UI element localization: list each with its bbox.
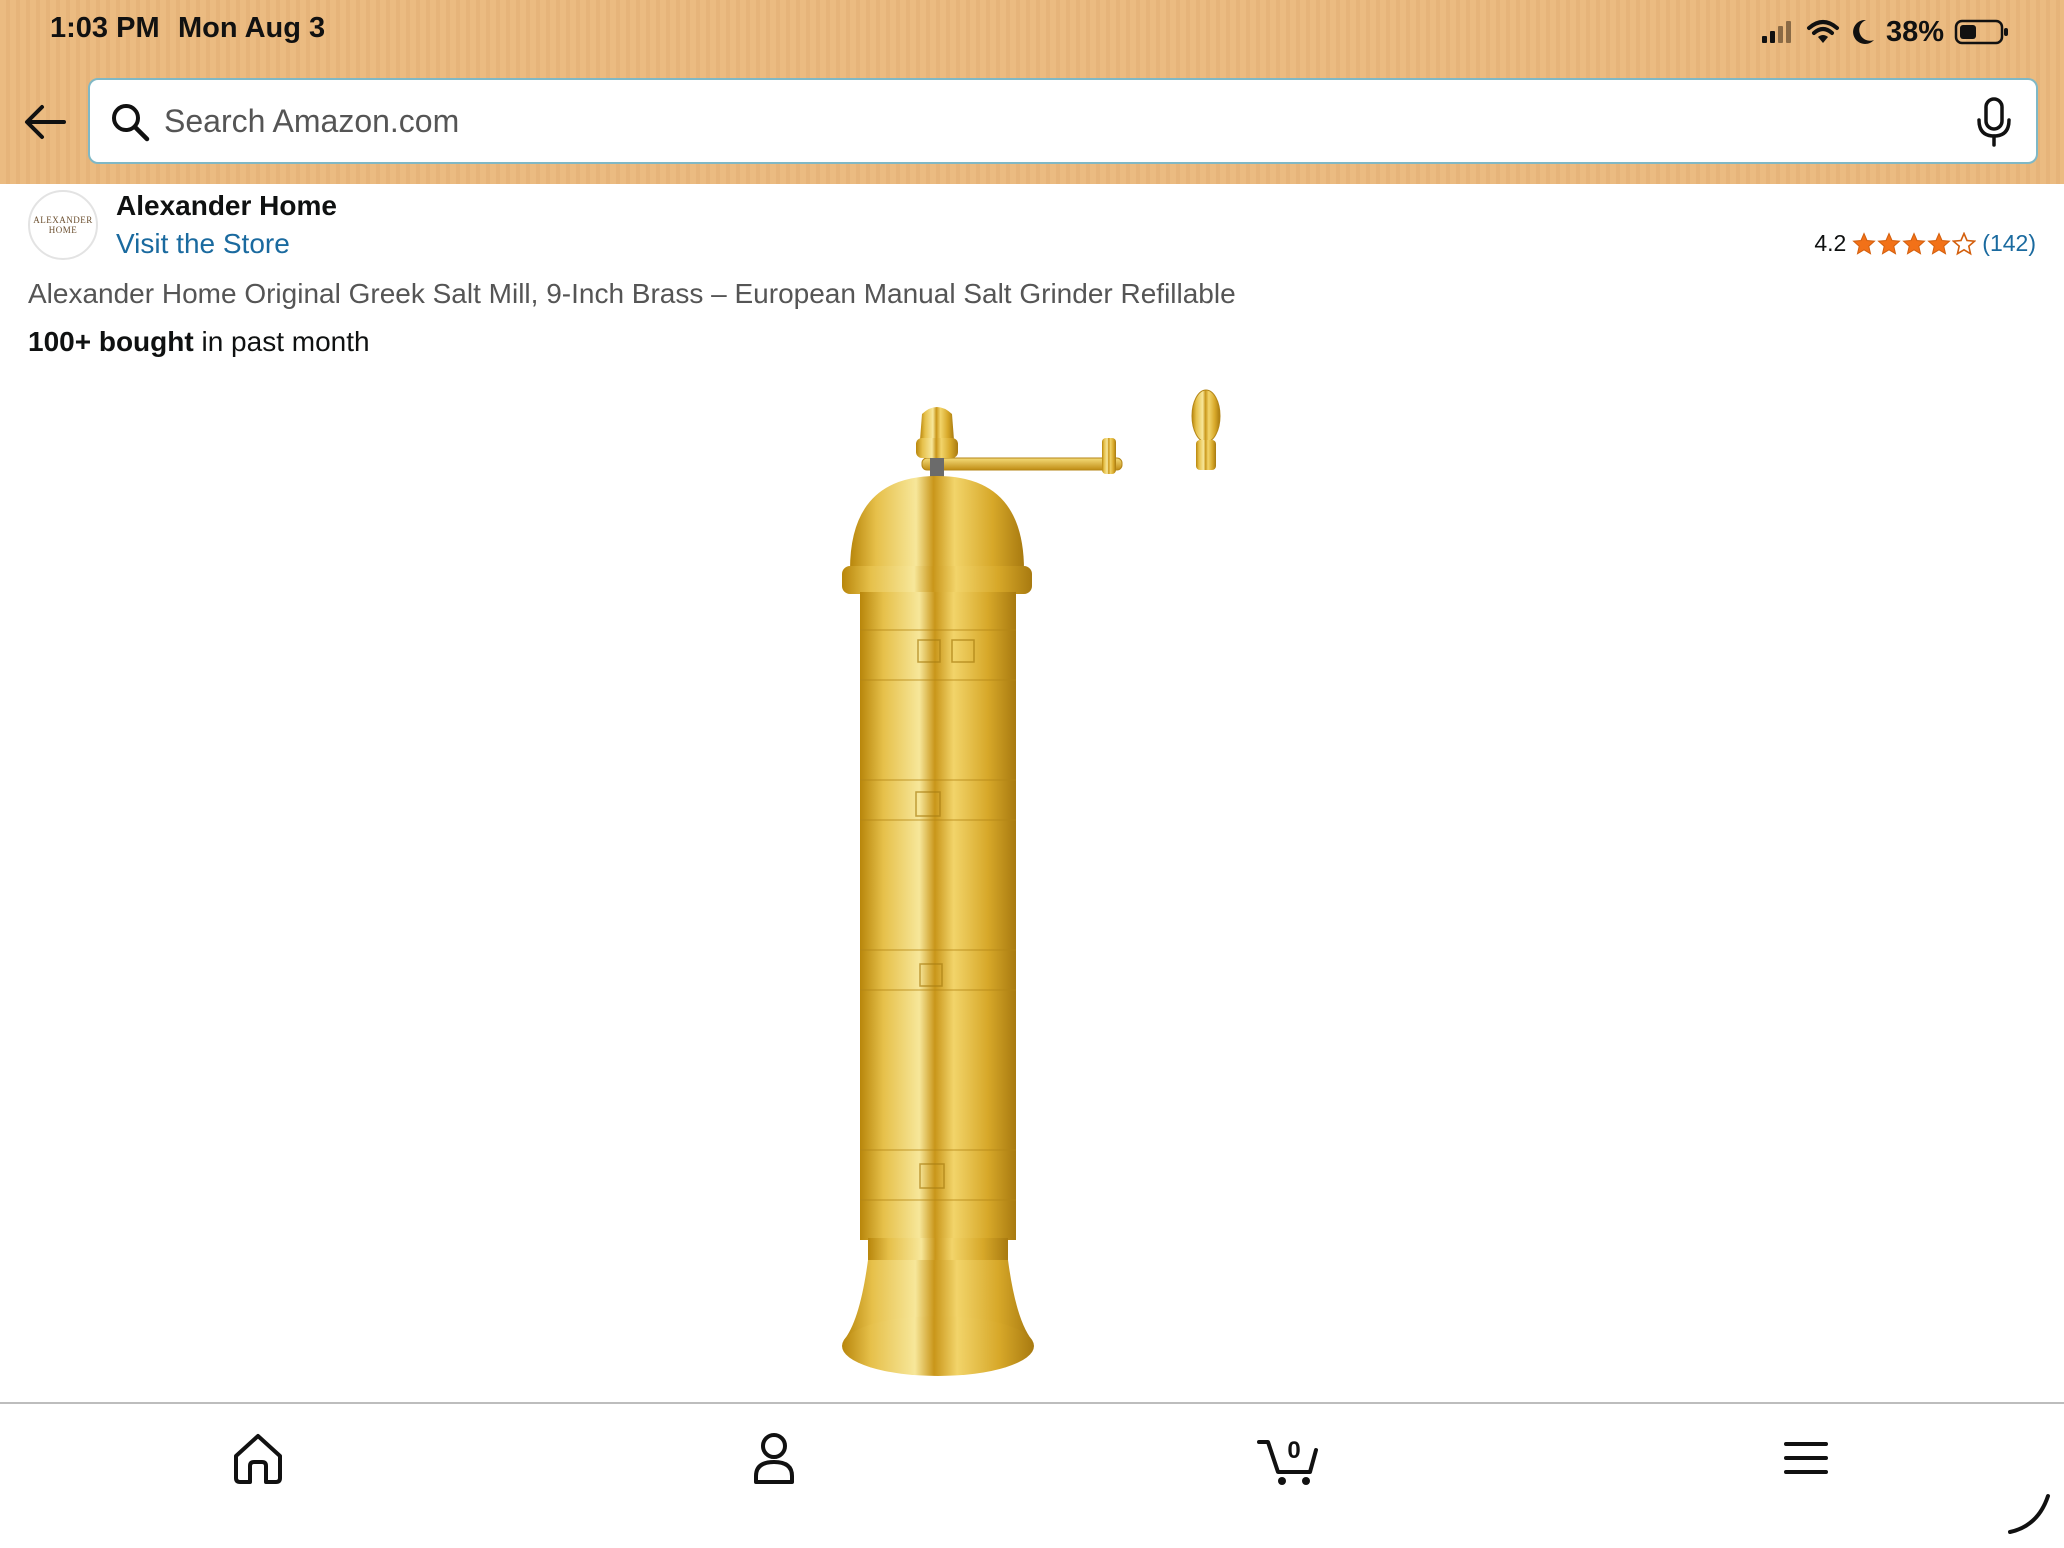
status-icons: 38% (1760, 10, 2010, 54)
visit-store-link[interactable]: Visit the Store (116, 228, 290, 260)
back-arrow-icon[interactable] (20, 96, 72, 148)
hamburger-menu-icon[interactable] (1776, 1428, 1836, 1488)
star-empty-icon (1952, 231, 1977, 255)
rating-summary[interactable]: 4.2 (142) (1814, 230, 2036, 257)
cart-button[interactable]: 0 (1256, 1428, 1326, 1488)
battery-percent: 38% (1885, 15, 1944, 48)
star-full-icon (1902, 231, 1926, 255)
search-input[interactable] (164, 94, 1944, 148)
product-title: Alexander Home Original Greek Salt Mill,… (28, 278, 1236, 309)
rating-value: 4.2 (1814, 230, 1847, 256)
star-full-icon (1927, 231, 1951, 255)
star-full-icon (1877, 231, 1901, 255)
resize-corner-icon (2008, 1494, 2050, 1534)
star-rating (1852, 231, 1977, 256)
home-icon[interactable] (228, 1428, 288, 1488)
rating-count[interactable]: (142) (1982, 230, 2036, 257)
wifi-icon (1806, 20, 1839, 43)
microphone-icon[interactable] (1974, 96, 2014, 148)
moon-icon (1853, 19, 1874, 44)
bought-in-past-month: 100+ bought in past month (28, 326, 370, 358)
status-time: 1:03 PM (50, 12, 160, 44)
battery-icon (1954, 19, 2008, 45)
bought-period: in past month (193, 326, 370, 357)
brand-name: Alexander Home (116, 190, 337, 221)
header-bar: 1:03 PM Mon Aug 3 38% (0, 0, 2064, 184)
product-image[interactable] (820, 380, 1240, 1386)
status-date: Mon Aug 3 (178, 12, 326, 44)
cellular-signal-icon (1761, 21, 1791, 43)
bought-count: 100+ bought (28, 326, 194, 357)
user-icon[interactable] (744, 1428, 804, 1488)
star-full-icon (1852, 231, 1876, 255)
brand-logo[interactable]: ALEXANDER HOME (28, 190, 98, 260)
cart-count: 0 (1287, 1437, 1300, 1464)
cart-icon: 0 (1257, 1437, 1318, 1485)
search-icon[interactable] (108, 100, 152, 144)
search-bar[interactable] (88, 78, 2038, 164)
bottom-navigation: 0 (0, 1402, 2064, 1548)
status-bar: 1:03 PM Mon Aug 3 38% (0, 0, 2064, 66)
